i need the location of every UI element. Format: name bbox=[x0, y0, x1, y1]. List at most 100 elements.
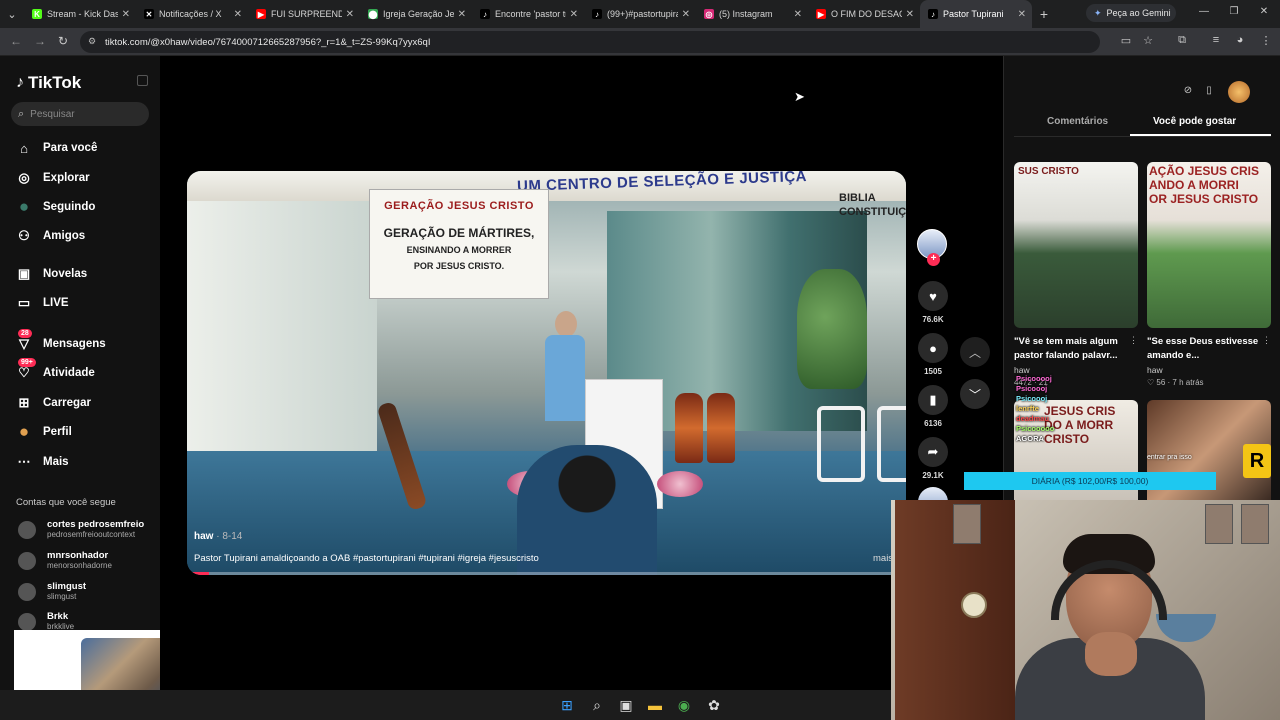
browser-tab[interactable]: ⬤ Igreja Geração Jesus ✕ bbox=[360, 0, 472, 28]
messages-icon: ▽ 28 bbox=[16, 329, 32, 352]
suggested-video-card[interactable]: AÇÃO JESUS CRIS ANDO A MORRI OR JESUS CR… bbox=[1147, 162, 1271, 387]
sidebar-item-explorar[interactable]: ◎ Explorar bbox=[16, 168, 89, 188]
browser-tab[interactable]: ✕ Notificações / X ✕ bbox=[136, 0, 248, 28]
following-account[interactable]: slimgust slimgust bbox=[18, 582, 86, 602]
heart-icon[interactable]: ♥ bbox=[918, 281, 948, 311]
suggested-video-caption[interactable]: "Se esse Deus estivesse amando e... bbox=[1147, 335, 1271, 363]
sidebar-item-live[interactable]: ▭ LIVE bbox=[16, 293, 69, 313]
bookmark-icon[interactable]: ▮ bbox=[918, 385, 948, 415]
video-author[interactable]: haw bbox=[194, 531, 213, 542]
cast-icon[interactable]: ▭ bbox=[1118, 34, 1134, 47]
browser-tab[interactable]: ♪ Encontre 'pastor tupi ✕ bbox=[472, 0, 584, 28]
suggested-video-thumbnail[interactable]: SUS CRISTO bbox=[1014, 162, 1138, 328]
bookmark-star-icon[interactable]: ☆ bbox=[1140, 34, 1156, 47]
comment-icon[interactable]: ● bbox=[918, 333, 948, 363]
menu-icon[interactable]: ⋮ bbox=[1258, 34, 1274, 47]
tab-you-may-like[interactable]: Você pode gostar bbox=[1153, 116, 1236, 127]
windows-start-icon[interactable]: ⊞ bbox=[557, 695, 577, 715]
video-author-line[interactable]: haw · 8-14 bbox=[194, 531, 242, 542]
browser-tab[interactable]: ▶ FUI SURPREENDIDO ✕ bbox=[248, 0, 360, 28]
close-tab-icon[interactable]: ✕ bbox=[458, 9, 466, 20]
address-bar[interactable]: ⚙ tiktok.com/@x0haw/video/76740007126652… bbox=[80, 31, 1100, 53]
close-tab-icon[interactable]: ✕ bbox=[234, 9, 242, 20]
mouse-cursor-icon: ➤ bbox=[794, 89, 805, 104]
like-count: 76.6K bbox=[922, 315, 944, 324]
file-explorer-icon[interactable]: ▬ bbox=[645, 695, 665, 715]
chrome-icon[interactable]: ◉ bbox=[674, 695, 694, 715]
sidebar-item-atividade[interactable]: ♡ 99+ Atividade bbox=[16, 358, 95, 383]
sidebar-item-seguindo[interactable]: ● Seguindo bbox=[16, 197, 96, 217]
media-icon[interactable]: ≡ bbox=[1208, 34, 1224, 46]
search-input[interactable]: ⌕ Pesquisar bbox=[11, 102, 149, 126]
close-tab-icon[interactable]: ✕ bbox=[682, 9, 690, 20]
browser-tab[interactable]: ♪ (99+)#pastortupirani ✕ bbox=[584, 0, 696, 28]
tab-comments[interactable]: Comentários bbox=[1047, 116, 1108, 127]
sidebar-item-para-você[interactable]: ⌂ Para você bbox=[16, 138, 97, 158]
search-icon[interactable]: ⌕ bbox=[587, 695, 607, 715]
next-video-icon[interactable]: ﹀ bbox=[960, 379, 990, 409]
browser-tab[interactable]: ◎ (5) Instagram ✕ bbox=[696, 0, 808, 28]
creator-avatar[interactable]: + bbox=[917, 229, 947, 266]
extensions-icon[interactable]: ⧉ bbox=[1174, 34, 1190, 47]
close-tab-icon[interactable]: ✕ bbox=[346, 9, 354, 20]
close-tab-icon[interactable]: ✕ bbox=[906, 9, 914, 20]
forward-icon[interactable]: → bbox=[32, 34, 48, 48]
site-info-icon[interactable]: ⚙ bbox=[88, 36, 96, 47]
live-icon-glyph: ▭ bbox=[17, 295, 31, 310]
main-feed: ➤ UM CENTRO DE SELEÇÃO E JUSTIÇA BIBLIA … bbox=[160, 56, 1003, 690]
user-avatar[interactable] bbox=[1228, 81, 1250, 103]
sidebar-item-mensagens[interactable]: ▽ 28 Mensagens bbox=[16, 329, 106, 354]
sidebar-item-label: Mensagens bbox=[43, 338, 106, 350]
close-tab-icon[interactable]: ✕ bbox=[122, 9, 130, 20]
following-account[interactable]: mnrsonhador menorsonhadorne bbox=[18, 551, 112, 571]
gemini-button[interactable]: ✦ Peça ao Gemini bbox=[1086, 4, 1176, 22]
follow-plus-icon[interactable]: + bbox=[927, 253, 940, 266]
browser-tab[interactable]: ♪ Pastor Tupirani ✕ bbox=[920, 0, 1032, 28]
suggested-video-author[interactable]: haw bbox=[1147, 365, 1271, 375]
close-window-icon[interactable]: ✕ bbox=[1256, 6, 1272, 17]
video-progress-bar[interactable] bbox=[187, 572, 906, 575]
minimize-icon[interactable]: — bbox=[1196, 6, 1212, 17]
like-action[interactable]: ♥ 76.6K bbox=[917, 281, 949, 324]
profile-icon[interactable]: ◕ bbox=[1232, 34, 1248, 46]
suggested-video-thumbnail[interactable]: AÇÃO JESUS CRIS ANDO A MORRI OR JESUS CR… bbox=[1147, 162, 1271, 328]
video-player[interactable]: UM CENTRO DE SELEÇÃO E JUSTIÇA BIBLIA CO… bbox=[187, 171, 906, 575]
following-account[interactable]: cortes pedrosemfreio pedrosemfreiooutcont… bbox=[18, 520, 144, 540]
reload-icon[interactable]: ↻ bbox=[55, 34, 71, 48]
chat-message: Psicoooj bbox=[1016, 394, 1048, 403]
card-more-icon[interactable]: ⋮ bbox=[1262, 335, 1271, 346]
sidebar-item-novelas[interactable]: ▣ Novelas bbox=[16, 264, 87, 284]
share-action[interactable]: ➦ 29.1K bbox=[917, 437, 949, 480]
card-more-icon[interactable]: ⋮ bbox=[1129, 335, 1138, 346]
tab-search-icon[interactable]: ⌄ bbox=[0, 0, 24, 28]
compass-icon[interactable]: ⊘ bbox=[1181, 85, 1195, 99]
sidebar-item-mais[interactable]: ⋯ Mais bbox=[16, 452, 69, 472]
close-tab-icon[interactable]: ✕ bbox=[794, 9, 802, 20]
tiktok-icon: ♪ bbox=[480, 9, 490, 19]
maximize-icon[interactable]: ❐ bbox=[1226, 6, 1242, 17]
save-action[interactable]: ▮ 6136 bbox=[917, 385, 949, 428]
poster-line: ENSINANDO A MORRER bbox=[406, 245, 512, 255]
tiktok-logo[interactable]: ♪ TikTok bbox=[16, 73, 81, 93]
previous-video-icon[interactable]: ︿ bbox=[960, 337, 990, 367]
sidebar-item-amigos[interactable]: ⚇ Amigos bbox=[16, 226, 85, 246]
task-view-icon[interactable]: ▣ bbox=[616, 695, 636, 715]
streaming-app-icon[interactable]: ✿ bbox=[704, 695, 724, 715]
comment-action[interactable]: ● 1505 bbox=[917, 333, 949, 376]
close-tab-icon[interactable]: ✕ bbox=[570, 9, 578, 20]
suggested-video-card[interactable]: SUS CRISTO "Vê se tem mais algum pastor … bbox=[1014, 162, 1138, 387]
back-icon[interactable]: ← bbox=[8, 34, 24, 48]
following-account[interactable]: Brkk brkklive bbox=[18, 612, 74, 632]
sidebar-item-carregar[interactable]: ⊞ Carregar bbox=[16, 393, 91, 413]
browser-tab[interactable]: ▶ O FIM DO DESACATO ✕ bbox=[808, 0, 920, 28]
share-icon[interactable]: ➦ bbox=[918, 437, 948, 467]
suggested-video-caption[interactable]: "Vê se tem mais algum pastor falando pal… bbox=[1014, 335, 1138, 363]
sidebar-item-perfil[interactable]: ● Perfil bbox=[16, 422, 72, 442]
collapse-sidebar-icon[interactable] bbox=[137, 75, 148, 86]
phone-icon[interactable]: ▯ bbox=[1202, 85, 1216, 99]
close-tab-icon[interactable]: ✕ bbox=[1018, 9, 1026, 20]
video-scene-plant bbox=[797, 269, 867, 389]
browser-tab[interactable]: K Stream - Kick Dash ✕ bbox=[24, 0, 136, 28]
new-tab-button[interactable]: + bbox=[1032, 6, 1056, 22]
sidebar-item-label: Mais bbox=[43, 456, 69, 468]
